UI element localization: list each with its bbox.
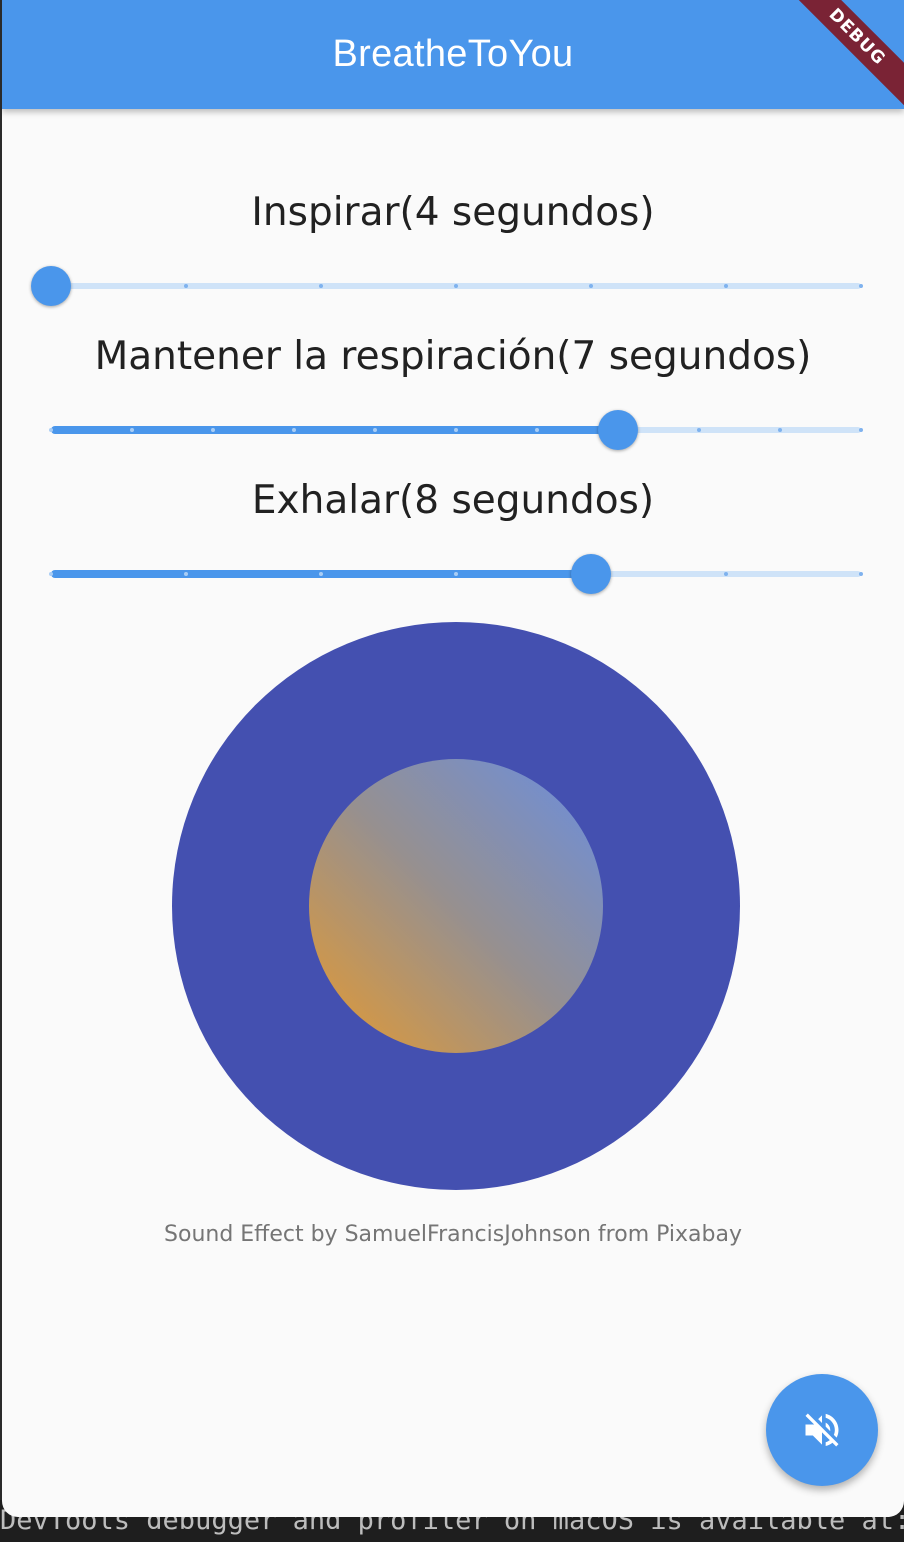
inhale-slider[interactable] xyxy=(31,266,863,306)
app-window: BreatheToYou DEBUG Inspirar(4 segundos) … xyxy=(2,0,904,1517)
slider-tick xyxy=(535,428,539,432)
slider-tick xyxy=(49,572,53,576)
slider-tick xyxy=(319,572,323,576)
slider-thumb[interactable] xyxy=(31,266,71,306)
slider-tick xyxy=(454,428,458,432)
hold-slider[interactable] xyxy=(49,410,863,450)
slider-tick xyxy=(454,284,458,288)
exhale-label: Exhalar(8 segundos) xyxy=(251,478,655,523)
slider-tick xyxy=(373,428,377,432)
slider-tick xyxy=(292,428,296,432)
volume-off-icon xyxy=(805,1413,839,1447)
slider-tick xyxy=(859,428,863,432)
slider-tick xyxy=(319,284,323,288)
slider-tick xyxy=(130,428,134,432)
slider-tick xyxy=(49,428,53,432)
sound-credit: Sound Effect by SamuelFrancisJohnson fro… xyxy=(164,1222,742,1247)
slider-tick xyxy=(211,428,215,432)
slider-tick xyxy=(697,428,701,432)
app-bar: BreatheToYou xyxy=(2,0,904,109)
slider-track-active xyxy=(51,426,618,434)
slider-tick xyxy=(778,428,782,432)
slider-tick xyxy=(724,572,728,576)
slider-thumb[interactable] xyxy=(598,410,638,450)
mute-toggle-button[interactable] xyxy=(766,1374,878,1486)
slider-tick xyxy=(724,284,728,288)
slider-tick xyxy=(184,284,188,288)
exhale-slider[interactable] xyxy=(49,554,863,594)
slider-tick xyxy=(454,572,458,576)
slider-tick xyxy=(859,284,863,288)
app-title: BreatheToYou xyxy=(332,33,574,75)
inhale-label: Inspirar(4 segundos) xyxy=(251,190,655,235)
slider-tick xyxy=(184,572,188,576)
slider-thumb[interactable] xyxy=(571,554,611,594)
breathing-inner-circle xyxy=(309,759,603,1053)
slider-tick xyxy=(589,284,593,288)
slider-tick xyxy=(859,572,863,576)
hold-label: Mantener la respiración(7 segundos) xyxy=(94,334,812,379)
